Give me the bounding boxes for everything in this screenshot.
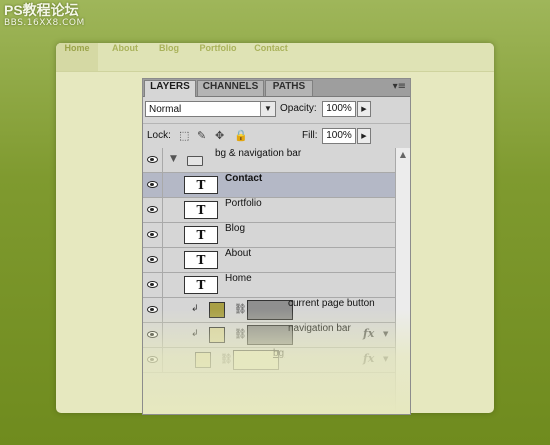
eye-icon [147, 331, 158, 338]
layers-panel: LAYERS CHANNELS PATHS ▾≡ Normal ▼ Opacit… [142, 78, 411, 415]
layers-list: ▼ bg & navigation bar T Contact T Portfo… [143, 148, 395, 414]
fill-color-swatch[interactable] [195, 352, 211, 368]
layer-row-about[interactable]: T About [143, 248, 395, 273]
layer-name: navigation bar [288, 323, 351, 334]
nav-portfolio[interactable]: Portfolio [194, 43, 242, 71]
lock-options-row: Lock: ⬚ ✎ ✥ 🔒 Fill: 100% ▶ [143, 124, 410, 149]
layer-row-portfolio[interactable]: T Portfolio [143, 198, 395, 223]
clipping-arrow-icon: ↲ [191, 304, 199, 314]
layer-row-bg[interactable]: ⛓ bg fx ▼ [143, 348, 395, 373]
nav-about[interactable]: About [106, 43, 144, 71]
fill-label: Fill: [302, 130, 318, 141]
vector-mask-thumbnail[interactable] [247, 300, 293, 320]
blend-mode-select[interactable]: Normal ▼ [145, 101, 276, 117]
visibility-toggle[interactable] [143, 198, 163, 222]
chain-link-icon[interactable]: ⛓ [234, 329, 247, 340]
eye-icon [147, 231, 158, 238]
folder-icon [187, 156, 203, 166]
opacity-slider-button[interactable]: ▶ [357, 101, 371, 117]
fx-icon[interactable]: fx [363, 327, 374, 340]
layer-name: About [225, 248, 252, 259]
tab-channels[interactable]: CHANNELS [197, 80, 264, 96]
text-layer-icon: T [184, 226, 218, 244]
watermark: PS教程论坛 BBS.16XX8.COM [4, 2, 85, 28]
layer-name: Blog [225, 223, 246, 234]
lock-all-icon[interactable]: 🔒 [234, 129, 248, 143]
eye-icon [147, 181, 158, 188]
panel-menu-icon[interactable]: ▾≡ [393, 81, 406, 92]
vector-mask-thumbnail[interactable] [247, 325, 293, 345]
expand-triangle-icon[interactable]: ▼ [170, 154, 177, 164]
eye-icon [147, 156, 158, 163]
nav-home[interactable]: Home [56, 43, 98, 71]
opacity-input[interactable]: 100% [322, 101, 356, 117]
text-layer-icon: T [184, 176, 218, 194]
text-layer-icon: T [184, 201, 218, 219]
visibility-toggle[interactable] [143, 173, 163, 197]
nav-blog[interactable]: Blog [152, 43, 186, 71]
blend-mode-value: Normal [149, 104, 182, 115]
chevron-down-icon[interactable]: ▼ [260, 102, 275, 116]
lock-label: Lock: [147, 130, 171, 141]
layer-name: Home [225, 273, 252, 284]
lock-position-move-icon[interactable]: ✥ [215, 129, 224, 143]
site-navigation-bar: Home About Blog Portfolio Contact [56, 43, 494, 72]
fill-color-swatch[interactable] [209, 327, 225, 343]
visibility-toggle[interactable] [143, 248, 163, 272]
visibility-toggle[interactable] [143, 298, 163, 322]
fill-color-swatch[interactable] [209, 302, 225, 318]
layer-row-blog[interactable]: T Blog [143, 223, 395, 248]
opacity-label: Opacity: [280, 103, 317, 114]
layer-row-current-page-button[interactable]: ↲ ⛓ current page button [143, 298, 395, 323]
visibility-toggle[interactable] [143, 273, 163, 297]
panel-tab-bar: LAYERS CHANNELS PATHS ▾≡ [143, 79, 410, 97]
layer-name: bg [273, 348, 285, 359]
eye-icon [147, 281, 158, 288]
layer-row-navigation-bar[interactable]: ↲ ⛓ navigation bar fx ▼ [143, 323, 395, 348]
layer-name: bg & navigation bar [215, 148, 302, 159]
lock-transparency-icon[interactable]: ⬚ [179, 129, 189, 143]
tab-layers[interactable]: LAYERS [144, 80, 196, 97]
text-layer-icon: T [184, 251, 218, 269]
text-layer-icon: T [184, 276, 218, 294]
visibility-toggle[interactable] [143, 323, 163, 347]
chain-link-icon[interactable]: ⛓ [234, 304, 247, 315]
chevron-down-icon[interactable]: ▼ [383, 330, 388, 338]
layer-row-group[interactable]: ▼ bg & navigation bar [143, 148, 395, 173]
fill-slider-button[interactable]: ▶ [357, 128, 371, 144]
watermark-url: BBS.16XX8.COM [4, 18, 85, 28]
layer-row-home[interactable]: T Home [143, 273, 395, 298]
clipping-arrow-icon: ↲ [191, 329, 199, 339]
layers-scrollbar[interactable]: ▲ [395, 148, 410, 414]
scroll-up-arrow-icon[interactable]: ▲ [397, 149, 409, 161]
layer-name: Portfolio [225, 198, 262, 209]
chevron-down-icon[interactable]: ▼ [383, 355, 388, 363]
watermark-title: PS教程论坛 [4, 2, 79, 18]
lock-image-brush-icon[interactable]: ✎ [197, 129, 206, 143]
visibility-toggle[interactable] [143, 148, 163, 172]
blend-options-row: Normal ▼ Opacity: 100% ▶ [143, 97, 410, 124]
layer-name: Contact [225, 173, 263, 184]
layer-row-contact[interactable]: T Contact [143, 173, 395, 198]
chain-link-icon[interactable]: ⛓ [220, 354, 233, 365]
eye-icon [147, 206, 158, 213]
eye-icon [147, 356, 158, 363]
layer-name: current page button [288, 298, 375, 309]
nav-contact[interactable]: Contact [250, 43, 292, 71]
tab-paths[interactable]: PATHS [265, 80, 313, 96]
fx-icon[interactable]: fx [363, 352, 374, 365]
eye-icon [147, 256, 158, 263]
fill-input[interactable]: 100% [322, 128, 356, 144]
eye-icon [147, 306, 158, 313]
visibility-toggle[interactable] [143, 223, 163, 247]
visibility-toggle[interactable] [143, 348, 163, 372]
